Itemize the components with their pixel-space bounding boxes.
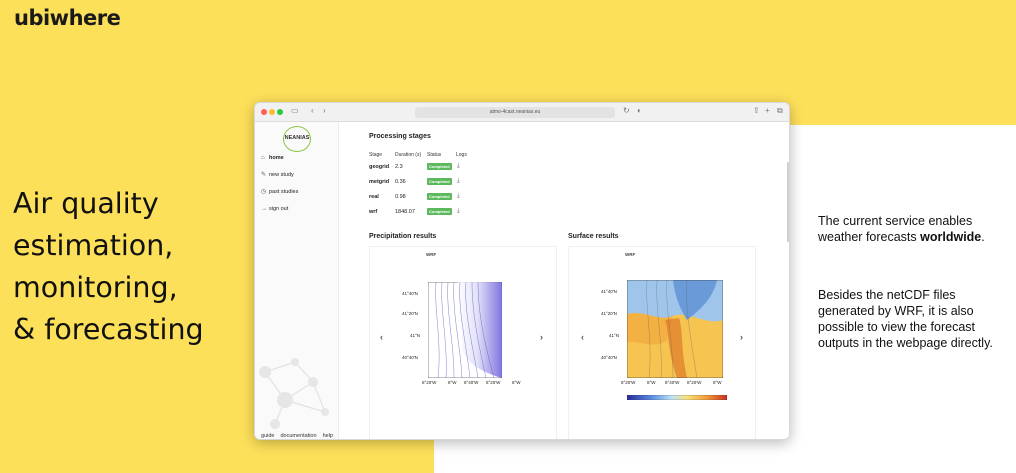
privacy-icon[interactable]: ◐	[637, 106, 642, 115]
y-tick-label: 41°40'N	[601, 289, 617, 294]
surface-temperature-map	[627, 280, 723, 378]
neanias-logo-text: NEANIAS	[284, 135, 310, 141]
headline-line: Air quality	[13, 187, 159, 220]
edit-icon: ✎	[261, 172, 267, 178]
column-header-logs: Logs	[456, 152, 467, 158]
status-badge: Completed	[427, 178, 452, 185]
x-tick-label: 8°20'W	[486, 380, 501, 385]
nav-item-past-studies[interactable]: ◷ past studies	[261, 188, 298, 197]
y-tick-label: 41°20'N	[601, 311, 617, 316]
previous-arrow-icon[interactable]: ‹	[380, 332, 383, 342]
share-icon[interactable]: ⇪	[753, 106, 760, 115]
previous-arrow-icon[interactable]: ‹	[581, 332, 584, 342]
stage-name: real	[369, 194, 379, 200]
paragraph-text: .	[981, 230, 985, 244]
maximize-window-button[interactable]	[277, 109, 283, 115]
download-log-icon[interactable]: ⤓	[457, 178, 460, 185]
back-icon[interactable]: ‹	[311, 106, 314, 115]
download-log-icon[interactable]: ⤓	[457, 193, 460, 200]
nav-label: home	[269, 155, 284, 161]
clock-icon: ◷	[261, 189, 267, 195]
model-label: WRF	[625, 252, 636, 257]
nav-item-new-study[interactable]: ✎ new study	[261, 171, 294, 180]
stage-duration: 1848.07	[395, 209, 415, 215]
surface-results-title: Surface results	[568, 233, 619, 240]
forward-icon[interactable]: ›	[323, 106, 326, 115]
surface-map-panel: WRF 41°40'N 41°20'N 41°N 40°40'N 8°20'W …	[568, 246, 756, 439]
stage-duration: 0.98	[395, 194, 406, 200]
paragraph-bold-text: worldwide	[920, 230, 982, 244]
x-tick-label: 8°W	[448, 380, 457, 385]
network-decoration-icon	[259, 358, 329, 429]
stage-name: geogrid	[369, 164, 390, 170]
x-tick-label: 8°W	[647, 380, 656, 385]
main-content: Processing stages Stage Duration (s) Sta…	[339, 122, 789, 439]
sidebar-footer: guide documentation help	[261, 433, 338, 439]
model-label: WRF	[426, 252, 437, 257]
minimize-window-button[interactable]	[269, 109, 275, 115]
download-log-icon[interactable]: ⤓	[457, 163, 460, 170]
y-tick-label: 41°N	[609, 333, 620, 338]
y-tick-label: 40°40'N	[402, 355, 418, 360]
y-tick-label: 41°20'N	[402, 311, 418, 316]
x-tick-label: 8°20'W	[621, 380, 636, 385]
address-bar[interactable]: atmo-4cast.neanias.eu	[415, 107, 615, 118]
sidebar-toggle-icon[interactable]: ▭	[291, 106, 299, 115]
y-tick-label: 40°40'N	[601, 355, 617, 360]
nav-label: new study	[269, 172, 294, 178]
headline-line: monitoring,	[13, 271, 178, 304]
headline: Air quality estimation, monitoring, & fo…	[13, 183, 243, 351]
status-badge: Completed	[427, 208, 452, 215]
netcdf-paragraph: Besides the netCDF files generated by WR…	[818, 288, 993, 350]
x-tick-label: 8°W	[512, 380, 521, 385]
column-header-status: Status	[427, 152, 442, 158]
color-scale-bar	[627, 395, 727, 400]
precipitation-contour-map	[428, 282, 502, 378]
guide-link[interactable]: guide	[261, 433, 274, 439]
nav-item-home[interactable]: ⌂ home	[261, 154, 284, 163]
precipitation-map-panel: WRF 41°40'N 41°20'N 41°N 40°40'N 8°20'W …	[369, 246, 557, 439]
help-link[interactable]: help	[323, 433, 333, 439]
column-header-stage: Stage	[369, 152, 383, 158]
nav-item-sign-out[interactable]: → sign out	[261, 205, 288, 214]
column-header-duration: Duration (s)	[395, 152, 422, 158]
home-icon: ⌂	[261, 155, 265, 161]
next-arrow-icon[interactable]: ›	[540, 332, 543, 342]
browser-titlebar: ▭ ‹ › atmo-4cast.neanias.eu ↻ ◐ ⇪ + ⧉	[255, 103, 789, 122]
reload-icon[interactable]: ↻	[623, 106, 630, 115]
stage-duration: 0.36	[395, 179, 406, 185]
documentation-link[interactable]: documentation	[280, 433, 316, 439]
y-tick-label: 41°40'N	[402, 291, 418, 296]
x-tick-label: 8°W	[713, 380, 722, 385]
precipitation-results-title: Precipitation results	[369, 233, 437, 240]
download-log-icon[interactable]: ⤓	[457, 208, 460, 215]
next-arrow-icon[interactable]: ›	[740, 332, 743, 342]
nav-label: past studies	[269, 189, 299, 195]
stage-name: metgrid	[369, 179, 390, 185]
processing-stages-title: Processing stages	[369, 133, 431, 140]
status-badge: Completed	[427, 163, 452, 170]
browser-window: ▭ ‹ › atmo-4cast.neanias.eu ↻ ◐ ⇪ + ⧉ NE…	[254, 102, 790, 440]
x-tick-label: 8°40'W	[665, 380, 680, 385]
stage-name: wrf	[369, 209, 378, 215]
ubiwhere-logo: ubiwhere	[14, 6, 121, 30]
stage-duration: 2.3	[395, 164, 403, 170]
signout-icon: →	[261, 206, 267, 212]
nav-label: sign out	[269, 206, 289, 212]
y-tick-label: 41°N	[410, 333, 421, 338]
new-tab-icon[interactable]: +	[765, 106, 770, 115]
headline-line: & forecasting	[13, 313, 204, 346]
x-tick-label: 8°20'W	[422, 380, 437, 385]
scrollbar[interactable]	[787, 162, 789, 242]
tab-overview-icon[interactable]: ⧉	[777, 106, 783, 116]
status-badge: Completed	[427, 193, 452, 200]
close-window-button[interactable]	[261, 109, 267, 115]
x-tick-label: 8°20'W	[687, 380, 702, 385]
app-sidebar: NEANIAS ⌂ home ✎ new study ◷ past studies →…	[255, 122, 339, 439]
x-tick-label: 8°40'W	[464, 380, 479, 385]
headline-line: estimation,	[13, 229, 174, 262]
worldwide-paragraph: The current service enables weather fore…	[818, 213, 1008, 245]
